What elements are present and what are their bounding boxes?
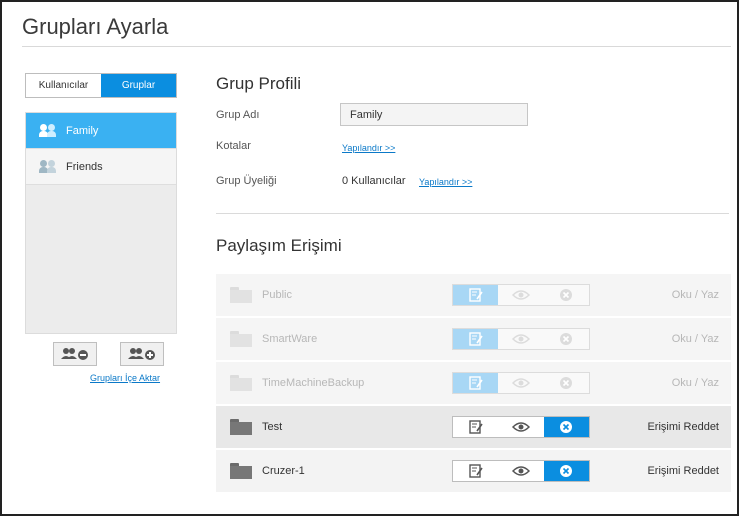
deny-button[interactable]: [543, 329, 589, 349]
edit-icon: [468, 464, 483, 478]
permission-buttons: [452, 416, 590, 438]
share-row-cruzer-1: Cruzer-1 Erişimi Reddet: [216, 450, 731, 492]
share-status: Oku / Yaz: [671, 333, 719, 345]
eye-icon: [511, 290, 530, 300]
read-only-button[interactable]: [498, 329, 544, 349]
page-title: Grupları Ayarla: [22, 14, 169, 39]
share-status: Erişimi Reddet: [647, 465, 719, 477]
permission-buttons: [452, 372, 590, 394]
edit-icon: [468, 288, 483, 302]
deny-button[interactable]: [543, 417, 589, 437]
share-status: Oku / Yaz: [671, 377, 719, 389]
group-name-label: Grup Adı: [216, 109, 260, 121]
share-name: Public: [262, 289, 292, 301]
read-only-button[interactable]: [498, 461, 544, 481]
read-write-button[interactable]: [453, 329, 499, 349]
quota-configure-link[interactable]: Yapılandır >>: [342, 143, 395, 153]
share-access-heading: Paylaşım Erişimi: [216, 236, 342, 255]
group-list: Family Friends: [25, 112, 177, 334]
eye-icon: [511, 334, 530, 344]
group-item-family[interactable]: Family: [26, 113, 176, 149]
add-group-icon: [128, 348, 155, 360]
group-item-friends[interactable]: Friends: [26, 149, 176, 185]
share-row-smartware: SmartWare Oku / Yaz: [216, 318, 731, 360]
membership-label: Grup Üyeliği: [216, 175, 277, 187]
import-groups-link[interactable]: Grupları İçe Aktar: [90, 373, 160, 383]
deny-button[interactable]: [543, 461, 589, 481]
view-toggle: Kullanıcılar Gruplar: [25, 73, 177, 98]
edit-icon: [468, 376, 483, 390]
read-write-button[interactable]: [453, 417, 499, 437]
share-name: Test: [262, 421, 283, 433]
edit-icon: [468, 420, 483, 434]
add-group-button[interactable]: [120, 342, 164, 366]
group-icon: [39, 123, 58, 138]
membership-configure-link[interactable]: Yapılandır >>: [419, 177, 472, 187]
share-row-public: Public Oku / Yaz: [216, 274, 731, 316]
share-row-test: Test Erişimi Reddet: [216, 406, 731, 448]
folder-icon: [230, 463, 252, 479]
read-write-button[interactable]: [453, 285, 499, 305]
folder-icon: [230, 375, 252, 391]
deny-button[interactable]: [543, 373, 589, 393]
remove-group-icon: [61, 348, 88, 360]
read-only-button[interactable]: [498, 417, 544, 437]
group-item-label: Friends: [66, 160, 103, 173]
folder-icon: [230, 419, 252, 435]
deny-button[interactable]: [543, 285, 589, 305]
share-name: SmartWare: [262, 333, 318, 345]
tab-groups[interactable]: Gruplar: [101, 74, 176, 97]
share-name: TimeMachineBackup: [262, 377, 365, 389]
share-row-timemachinebackup: TimeMachineBackup Oku / Yaz: [216, 362, 731, 404]
group-profile-heading: Grup Profili: [216, 74, 302, 93]
group-icon: [39, 159, 58, 174]
title-divider: [22, 46, 731, 47]
read-write-button[interactable]: [453, 461, 499, 481]
permission-buttons: [452, 460, 590, 482]
eye-icon: [511, 422, 530, 432]
permission-buttons: [452, 284, 590, 306]
tab-users[interactable]: Kullanıcılar: [26, 74, 101, 97]
permission-buttons: [452, 328, 590, 350]
section-divider: [216, 213, 729, 214]
edit-icon: [468, 332, 483, 346]
share-status: Oku / Yaz: [671, 289, 719, 301]
share-status: Erişimi Reddet: [647, 421, 719, 433]
read-write-button[interactable]: [453, 373, 499, 393]
deny-icon: [560, 377, 573, 389]
share-name: Cruzer-1: [262, 465, 305, 477]
window: Grupları Ayarla Kullanıcılar Gruplar Fam…: [0, 0, 739, 516]
deny-icon: [560, 421, 573, 433]
eye-icon: [511, 466, 530, 476]
membership-count: 0 Kullanıcılar: [342, 175, 406, 187]
read-only-button[interactable]: [498, 285, 544, 305]
remove-group-button[interactable]: [53, 342, 97, 366]
read-only-button[interactable]: [498, 373, 544, 393]
deny-icon: [560, 333, 573, 345]
deny-icon: [560, 465, 573, 477]
eye-icon: [511, 378, 530, 388]
group-name-field[interactable]: Family: [340, 103, 528, 126]
quota-label: Kotalar: [216, 140, 251, 152]
folder-icon: [230, 331, 252, 347]
deny-icon: [560, 289, 573, 301]
folder-icon: [230, 287, 252, 303]
group-item-label: Family: [66, 124, 99, 137]
